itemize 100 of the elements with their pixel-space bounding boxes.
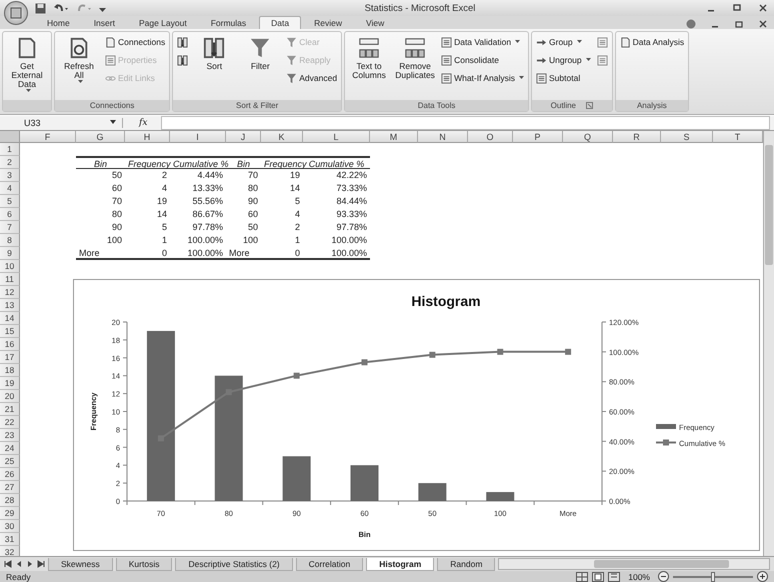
row-header[interactable]: 13 bbox=[0, 298, 20, 312]
formula-input[interactable] bbox=[161, 116, 770, 130]
ribbon-button[interactable]: Remove Duplicates bbox=[393, 34, 438, 100]
row-header[interactable]: 24 bbox=[0, 442, 20, 455]
ribbon-button[interactable]: Connections bbox=[103, 34, 168, 50]
page-layout-view-icon[interactable] bbox=[592, 572, 604, 582]
row-header[interactable]: 29 bbox=[0, 506, 20, 520]
column-header[interactable]: S bbox=[661, 130, 713, 143]
ribbon-button[interactable]: Get External Data bbox=[5, 34, 49, 100]
ribbon-button[interactable]: Filter bbox=[238, 34, 282, 100]
column-header[interactable]: J bbox=[226, 130, 261, 143]
row-header[interactable]: 19 bbox=[0, 376, 20, 390]
row-header[interactable]: 18 bbox=[0, 364, 20, 377]
vertical-scrollbar[interactable] bbox=[763, 130, 774, 556]
zoom-level[interactable]: 100% bbox=[628, 572, 650, 582]
normal-view-icon[interactable] bbox=[576, 572, 588, 582]
row-header[interactable]: 32 bbox=[0, 546, 20, 556]
ribbon-tab[interactable]: Insert bbox=[82, 17, 126, 29]
ribbon-button[interactable]: What-If Analysis bbox=[439, 70, 526, 86]
ribbon-tab[interactable]: Review bbox=[303, 17, 353, 29]
row-header[interactable]: 11 bbox=[0, 272, 20, 286]
sheet-tab[interactable]: Correlation bbox=[296, 558, 364, 571]
column-header[interactable]: G bbox=[76, 130, 125, 143]
undo-icon[interactable] bbox=[53, 2, 69, 14]
column-header[interactable]: Q bbox=[563, 130, 613, 143]
ribbon-button[interactable]: Subtotal bbox=[534, 70, 593, 86]
row-header[interactable]: 17 bbox=[0, 350, 20, 364]
ribbon-button[interactable]: Data Analysis bbox=[618, 34, 686, 50]
row-header[interactable]: 8 bbox=[0, 234, 20, 247]
row-header[interactable]: 31 bbox=[0, 532, 20, 546]
row-header[interactable]: 4 bbox=[0, 182, 20, 195]
column-header[interactable]: I bbox=[170, 130, 226, 143]
row-header[interactable]: 7 bbox=[0, 220, 20, 234]
ribbon-button[interactable]: Advanced bbox=[284, 70, 340, 86]
row-header[interactable]: 21 bbox=[0, 402, 20, 416]
row-header[interactable]: 16 bbox=[0, 338, 20, 351]
row-header[interactable]: 27 bbox=[0, 480, 20, 494]
first-sheet-icon[interactable] bbox=[4, 560, 12, 568]
ribbon-tab[interactable]: Formulas bbox=[200, 17, 258, 29]
column-header[interactable]: N bbox=[418, 130, 468, 143]
row-header[interactable]: 22 bbox=[0, 416, 20, 429]
ribbon-button[interactable]: Consolidate bbox=[439, 52, 526, 68]
sheet-tab[interactable]: Random bbox=[437, 558, 496, 571]
column-header[interactable]: F bbox=[20, 130, 76, 143]
row-header[interactable]: 25 bbox=[0, 454, 20, 468]
row-header[interactable]: 26 bbox=[0, 468, 20, 481]
row-header[interactable]: 1 bbox=[0, 142, 20, 156]
insert-function-button[interactable]: fx bbox=[122, 118, 156, 128]
column-header[interactable]: K bbox=[261, 130, 303, 143]
column-header[interactable]: M bbox=[370, 130, 418, 143]
ribbon-button[interactable]: Sort bbox=[192, 34, 236, 100]
column-header[interactable]: L bbox=[303, 130, 370, 143]
sheet-tab[interactable]: Skewness bbox=[48, 558, 113, 571]
sheet-tab[interactable]: Kurtosis bbox=[116, 558, 172, 571]
office-button[interactable] bbox=[4, 1, 28, 25]
ribbon-button[interactable]: Data Validation bbox=[439, 34, 526, 50]
column-header[interactable]: H bbox=[125, 130, 170, 143]
row-header[interactable]: 15 bbox=[0, 324, 20, 338]
column-header[interactable]: R bbox=[613, 130, 661, 143]
zoom-out-icon[interactable] bbox=[658, 571, 669, 582]
ribbon-button[interactable]: Refresh All bbox=[57, 34, 101, 100]
column-header[interactable]: T bbox=[713, 130, 763, 143]
ribbon-tab[interactable]: View bbox=[354, 17, 396, 29]
row-header[interactable]: 14 bbox=[0, 312, 20, 325]
close-icon[interactable] bbox=[758, 19, 768, 29]
horizontal-scrollbar[interactable] bbox=[498, 558, 770, 570]
sheet-tab[interactable]: Descriptive Statistics (2) bbox=[175, 558, 293, 571]
dialog-launcher-icon[interactable] bbox=[586, 102, 593, 109]
name-box[interactable]: U33 bbox=[4, 118, 104, 128]
row-header[interactable]: 10 bbox=[0, 260, 20, 273]
sheet-tab[interactable]: Histogram bbox=[366, 558, 434, 571]
row-header[interactable]: 2 bbox=[0, 156, 20, 169]
close-icon[interactable] bbox=[758, 3, 768, 13]
ribbon-button[interactable]: Ungroup bbox=[534, 52, 593, 68]
ribbon-tab[interactable]: Home bbox=[36, 17, 81, 29]
next-sheet-icon[interactable] bbox=[26, 560, 34, 568]
save-icon[interactable] bbox=[35, 2, 46, 14]
restore-icon[interactable] bbox=[734, 19, 744, 29]
row-header[interactable]: 6 bbox=[0, 208, 20, 221]
row-header[interactable]: 23 bbox=[0, 428, 20, 442]
last-sheet-icon[interactable] bbox=[37, 560, 45, 568]
page-break-view-icon[interactable] bbox=[608, 572, 620, 582]
previous-sheet-icon[interactable] bbox=[15, 560, 23, 568]
zoom-slider-thumb[interactable] bbox=[711, 572, 715, 582]
ribbon-button[interactable]: Text to Columns bbox=[347, 34, 392, 100]
row-header[interactable]: 9 bbox=[0, 246, 20, 260]
zoom-in-icon[interactable] bbox=[757, 571, 768, 582]
row-header[interactable]: 3 bbox=[0, 168, 20, 182]
help-icon[interactable] bbox=[686, 19, 696, 29]
ribbon-tab[interactable]: Page Layout bbox=[128, 17, 198, 29]
column-header[interactable]: O bbox=[468, 130, 513, 143]
dropdown-arrow-icon[interactable] bbox=[110, 120, 116, 126]
maximize-icon[interactable] bbox=[732, 3, 742, 13]
row-header[interactable]: 28 bbox=[0, 494, 20, 507]
row-header[interactable]: 5 bbox=[0, 194, 20, 208]
row-header[interactable]: 20 bbox=[0, 390, 20, 403]
column-header[interactable]: P bbox=[513, 130, 563, 143]
ribbon-button[interactable]: Group bbox=[534, 34, 593, 50]
row-header[interactable]: 12 bbox=[0, 286, 20, 299]
row-header[interactable]: 30 bbox=[0, 520, 20, 533]
